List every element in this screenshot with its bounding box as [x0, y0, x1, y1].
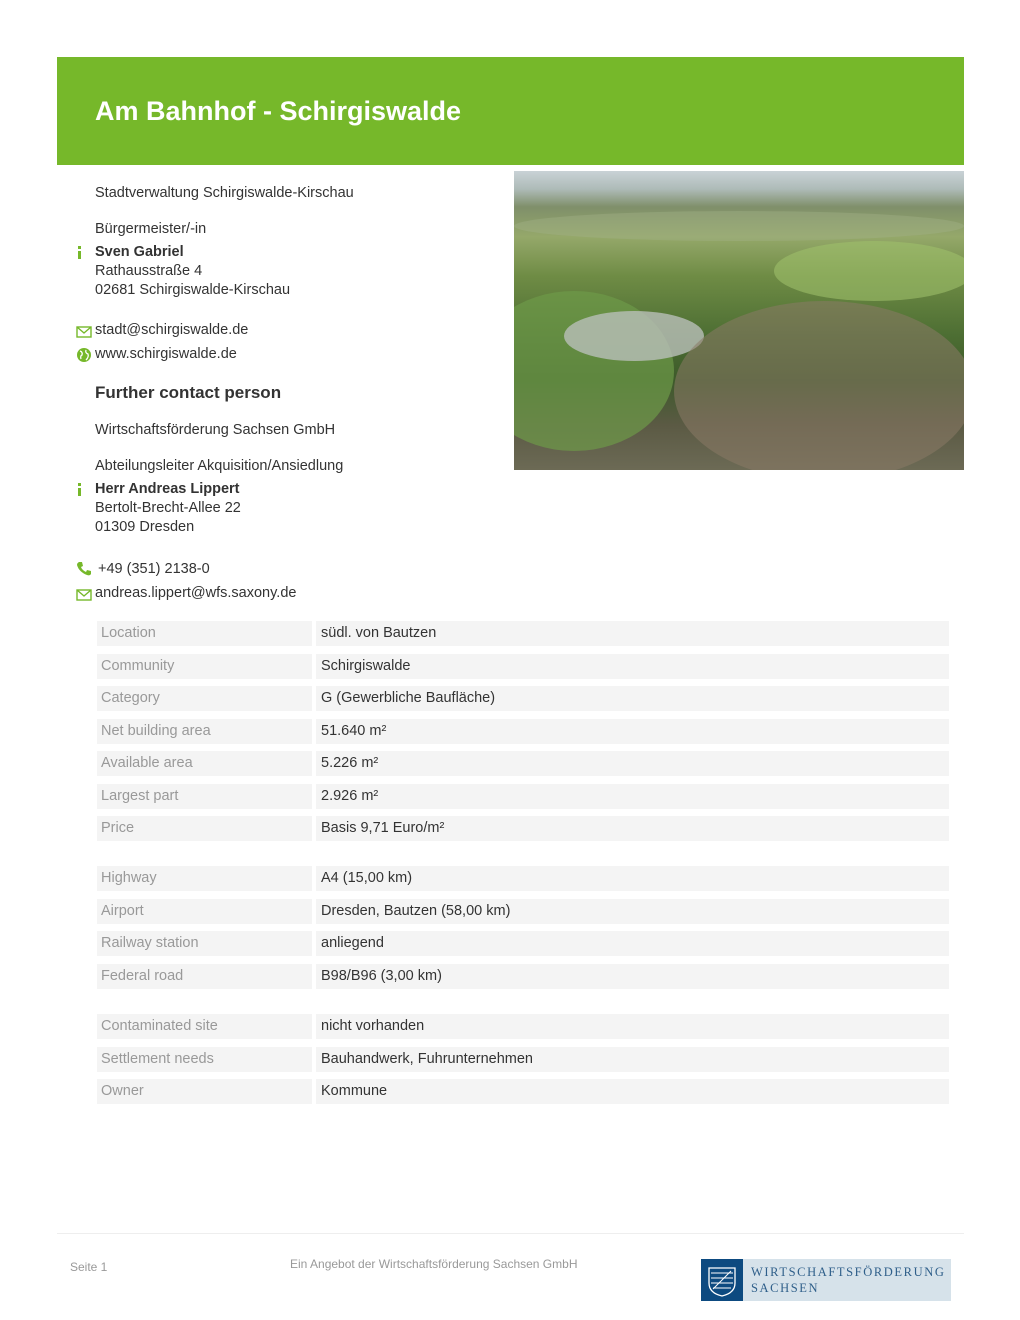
contact-role: Bürgermeister/-in [95, 221, 207, 237]
coat-of-arms-icon [701, 1259, 743, 1301]
wfs-logo: WIRTSCHAFTSFÖRDERUNG SACHSEN [701, 1259, 951, 1301]
further-contact-heading: Further contact person [95, 383, 282, 402]
envelope-icon [76, 326, 92, 338]
info-icon [78, 246, 81, 259]
table-row: Settlement needs Bauhandwerk, Fuhrunterne… [97, 1047, 949, 1072]
table-row: Category G (Gewerbliche Baufläche) [97, 686, 949, 711]
page-number: Seite 1 [70, 1260, 108, 1274]
logo-line-1: WIRTSCHAFTSFÖRDERUNG [751, 1265, 946, 1279]
table-row: Price Basis 9,71 Euro/m² [97, 816, 949, 841]
further-email-link[interactable]: andreas.lippert@wfs.saxony.de [95, 584, 296, 603]
table-row: Highway A4 (15,00 km) [97, 866, 949, 891]
contact-organization: Stadtverwaltung Schirgiswalde-Kirschau [95, 185, 354, 201]
further-name: Herr Andreas Lippert [95, 481, 240, 497]
contact-street: Rathausstraße 4 [95, 263, 203, 279]
info-icon [78, 483, 81, 496]
further-phone[interactable]: +49 (351) 2138-0 [98, 560, 210, 579]
globe-icon [77, 348, 91, 362]
page: Am Bahnhof - Schirgiswalde Stadtverwaltu… [0, 0, 1020, 1320]
table-row: Contaminated site nicht vorhanden [97, 1014, 949, 1039]
table-row: Available area 5.226 m² [97, 751, 949, 776]
table-row: Net building area 51.640 m² [97, 719, 949, 744]
contact-name: Sven Gabriel [95, 244, 184, 260]
table-row: Community Schirgiswalde [97, 654, 949, 679]
further-city: 01309 Dresden [95, 519, 195, 535]
table-row: Location südl. von Bautzen [97, 621, 949, 646]
further-street: Bertolt-Brecht-Allee 22 [95, 500, 241, 516]
table-row: Largest part 2.926 m² [97, 784, 949, 809]
envelope-icon [76, 589, 92, 601]
page-title: Am Bahnhof - Schirgiswalde [95, 96, 462, 126]
table-row: Airport Dresden, Bautzen (58,00 km) [97, 899, 949, 924]
contact-web-link[interactable]: www.schirgiswalde.de [95, 345, 237, 364]
site-aerial-photo [514, 171, 964, 470]
contact-city: 02681 Schirgiswalde-Kirschau [95, 282, 291, 298]
footer-offer-text: Ein Angebot der Wirtschaftsförderung Sac… [290, 1257, 578, 1271]
contact-email-link[interactable]: stadt@schirgiswalde.de [95, 321, 248, 340]
table-row: Railway station anliegend [97, 931, 949, 956]
table-row: Owner Kommune [97, 1079, 949, 1104]
further-organization: Wirtschaftsförderung Sachsen GmbH [95, 422, 336, 438]
further-role: Abteilungsleiter Akquisition/Ansiedlung [95, 458, 344, 474]
logo-line-2: SACHSEN [751, 1281, 820, 1295]
title-banner: Am Bahnhof - Schirgiswalde [57, 57, 964, 165]
footer-divider [57, 1233, 964, 1234]
table-row: Federal road B98/B96 (3,00 km) [97, 964, 949, 989]
phone-icon [77, 562, 91, 576]
